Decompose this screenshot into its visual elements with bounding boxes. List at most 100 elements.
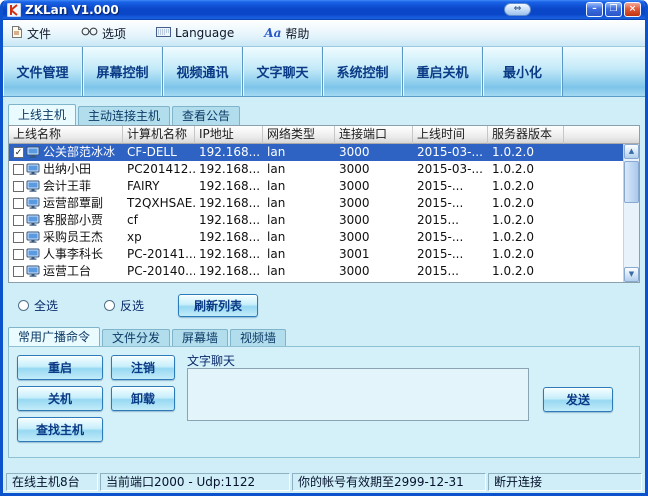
- shutdown-button[interactable]: 关机: [17, 386, 103, 411]
- table-row[interactable]: 运营部覃副T2QXHSAE...192.168...lan30002015-..…: [9, 195, 623, 212]
- menu-help[interactable]: Aa 帮助: [264, 25, 309, 42]
- menu-file-label: 文件: [27, 25, 51, 42]
- tab-active-connect[interactable]: 主动连接主机: [78, 106, 170, 125]
- bottom-tabs: 常用广播命令 文件分发 屏幕墙 视频墙: [8, 327, 640, 347]
- scroll-down-icon[interactable]: ▼: [624, 267, 639, 282]
- radio-circle-icon: [104, 300, 115, 311]
- invert-selection-radio[interactable]: 反选: [104, 297, 144, 314]
- menu-options[interactable]: 选项: [81, 25, 126, 42]
- menu-file[interactable]: 文件: [11, 25, 51, 42]
- tab-video-wall[interactable]: 视频墙: [230, 329, 286, 347]
- row-checkbox[interactable]: [13, 198, 24, 209]
- cell-host-name: ✓公关部范冰冰: [9, 144, 123, 161]
- row-checkbox[interactable]: [13, 232, 24, 243]
- toolbar-screen-control[interactable]: 屏幕控制: [83, 47, 163, 96]
- keyboard-icon: [156, 26, 171, 40]
- column-header-port[interactable]: 连接端口: [335, 126, 413, 144]
- table-row[interactable]: 会计王菲FAIRY192.168...lan30002015-...1.0.2.…: [9, 178, 623, 195]
- toolbar-filler: [563, 47, 645, 96]
- titlebar[interactable]: ZKLan V1.000 ⇔ – ❐ ×: [3, 0, 645, 20]
- close-button[interactable]: ×: [624, 2, 641, 17]
- cell-version: 1.0.2.0: [488, 246, 564, 263]
- logout-button[interactable]: 注销: [111, 355, 175, 380]
- column-header-name[interactable]: 上线名称: [9, 126, 123, 144]
- computer-icon: [26, 214, 40, 227]
- table-row[interactable]: 人事李科长PC-20141...192.168...lan30012015-..…: [9, 246, 623, 263]
- tab-screen-wall[interactable]: 屏幕墙: [172, 329, 228, 347]
- send-button[interactable]: 发送: [543, 387, 613, 412]
- cell-version: 1.0.2.0: [488, 144, 564, 161]
- menu-language[interactable]: Language: [156, 26, 234, 40]
- toolbar-restart-shutdown[interactable]: 重启关机: [403, 47, 483, 96]
- scroll-up-icon[interactable]: ▲: [624, 144, 639, 159]
- column-header-version[interactable]: 服务器版本: [488, 126, 564, 144]
- cell-port: 3000: [335, 263, 413, 280]
- status-disconnect: 断开连接: [488, 473, 642, 491]
- table-body: ✓公关部范冰冰CF-DELL192.168...lan30002015-03-.…: [9, 144, 623, 282]
- cell-net: lan: [263, 246, 335, 263]
- select-all-radio[interactable]: 全选: [18, 297, 58, 314]
- cell-net: lan: [263, 195, 335, 212]
- cell-host-name: 运营部覃副: [9, 195, 123, 212]
- column-header-time[interactable]: 上线时间: [413, 126, 488, 144]
- toolbar-video-comm[interactable]: 视频通讯: [163, 47, 243, 96]
- rollup-button[interactable]: ⇔: [504, 3, 531, 16]
- tab-broadcast-commands[interactable]: 常用广播命令: [8, 327, 100, 347]
- row-checkbox[interactable]: [13, 266, 24, 277]
- cell-ip: 192.168...: [195, 195, 263, 212]
- cell-version: 1.0.2.0: [488, 178, 564, 195]
- cell-port: 3001: [335, 246, 413, 263]
- host-name: 采购员王杰: [43, 229, 103, 246]
- vertical-scrollbar[interactable]: ▲ ▼: [623, 144, 639, 282]
- toolbar-text-chat[interactable]: 文字聊天: [243, 47, 323, 96]
- tab-file-distribution[interactable]: 文件分发: [102, 329, 170, 347]
- cell-version: 1.0.2.0: [488, 195, 564, 212]
- cell-host-name: 会计王菲: [9, 178, 123, 195]
- uninstall-button[interactable]: 卸载: [111, 386, 175, 411]
- tab-online-hosts[interactable]: 上线主机: [8, 104, 76, 125]
- cell-time: 2015...: [413, 263, 488, 280]
- cell-host-name: 人事李科长: [9, 246, 123, 263]
- row-checkbox[interactable]: [13, 181, 24, 192]
- host-name: 运营部覃副: [43, 195, 103, 212]
- toolbar-minimize[interactable]: 最小化: [483, 47, 563, 96]
- minimize-button[interactable]: –: [586, 2, 603, 17]
- column-header-computer[interactable]: 计算机名称: [123, 126, 195, 144]
- toolbar-system-control[interactable]: 系统控制: [323, 47, 403, 96]
- host-name: 会计王菲: [43, 178, 91, 195]
- row-checkbox[interactable]: [13, 215, 24, 226]
- computer-icon: [26, 248, 40, 261]
- table-row[interactable]: 采购员王杰xp192.168...lan30002015-...1.0.2.0: [9, 229, 623, 246]
- row-checkbox[interactable]: [13, 164, 24, 175]
- find-host-button[interactable]: 查找主机: [17, 417, 103, 442]
- scrollbar-thumb[interactable]: [624, 161, 639, 203]
- cell-ip: 192.168...: [195, 212, 263, 229]
- toolbar-file-manager[interactable]: 文件管理: [3, 47, 83, 96]
- chat-input[interactable]: [187, 368, 529, 421]
- row-checkbox[interactable]: ✓: [13, 147, 24, 158]
- cell-ip: 192.168...: [195, 229, 263, 246]
- column-header-network[interactable]: 网络类型: [263, 126, 335, 144]
- computer-icon: [26, 197, 40, 210]
- computer-icon: [26, 146, 40, 159]
- menu-options-label: 选项: [102, 25, 126, 42]
- cell-net: lan: [263, 144, 335, 161]
- status-port: 当前端口2000 - Udp:1122: [100, 473, 290, 491]
- status-online-hosts: 在线主机8台: [6, 473, 98, 491]
- cell-net: lan: [263, 161, 335, 178]
- restart-button[interactable]: 重启: [17, 355, 103, 380]
- tab-announcements[interactable]: 查看公告: [172, 106, 240, 125]
- cell-ip: 192.168...: [195, 263, 263, 280]
- cell-port: 3000: [335, 229, 413, 246]
- table-row[interactable]: 出纳小田PC201412...192.168...lan30002015-03-…: [9, 161, 623, 178]
- restore-button[interactable]: ❐: [605, 2, 622, 17]
- row-checkbox[interactable]: [13, 249, 24, 260]
- table-row[interactable]: 运营工台PC-20140...192.168...lan30002015...1…: [9, 263, 623, 280]
- cell-net: lan: [263, 229, 335, 246]
- scrollbar-track[interactable]: [624, 159, 639, 267]
- refresh-list-button[interactable]: 刷新列表: [178, 294, 258, 317]
- column-header-ip[interactable]: IP地址: [195, 126, 263, 144]
- table-row[interactable]: ✓公关部范冰冰CF-DELL192.168...lan30002015-03-.…: [9, 144, 623, 161]
- table-row[interactable]: 客服部小贾cf192.168...lan30002015...1.0.2.0: [9, 212, 623, 229]
- invert-selection-label: 反选: [120, 297, 144, 314]
